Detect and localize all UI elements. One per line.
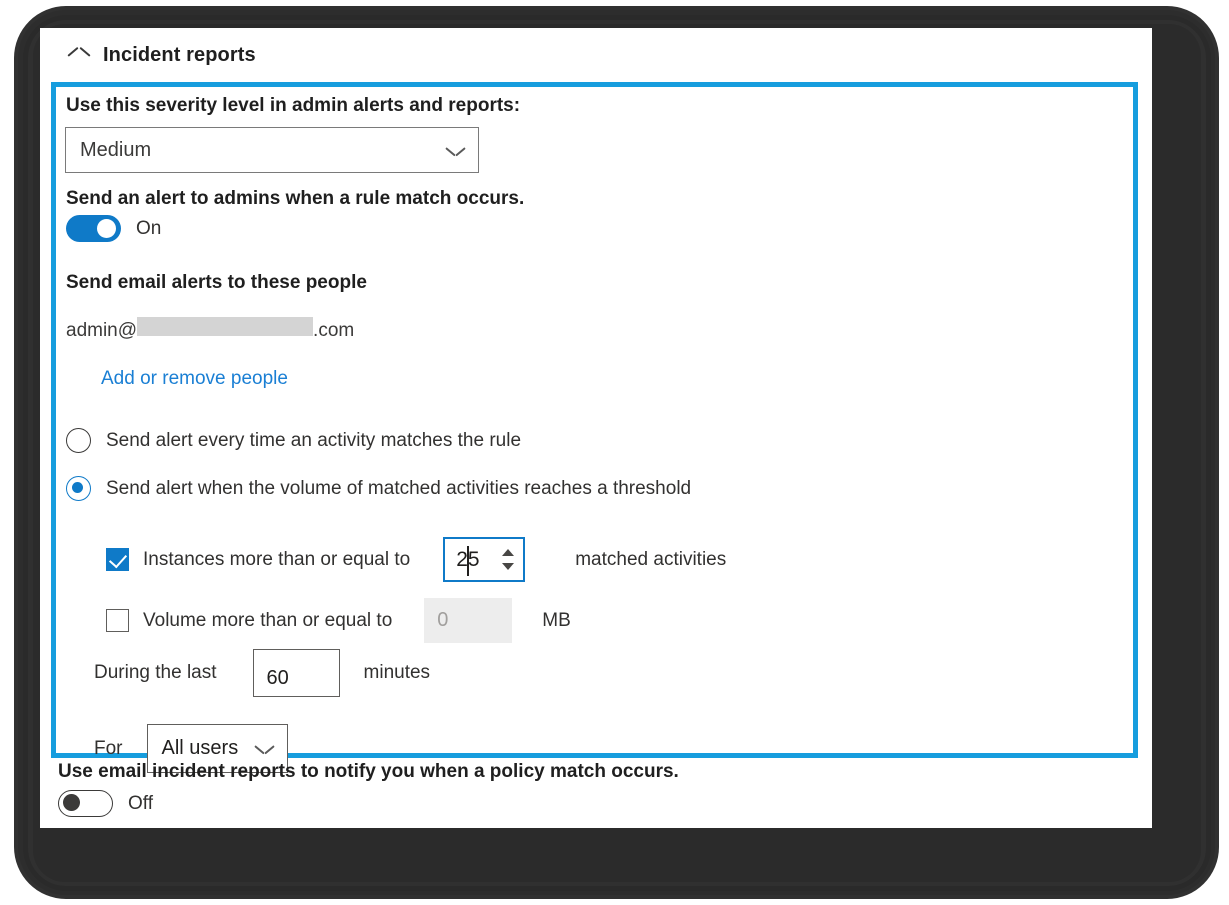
- toggle-switch-off[interactable]: [58, 790, 113, 817]
- radio-button-selected[interactable]: [66, 476, 91, 501]
- severity-level-dropdown[interactable]: Medium: [65, 127, 479, 173]
- radio-every-time-label: Send alert every time an activity matche…: [106, 429, 522, 451]
- settings-panel: Incident reports Use this severity level…: [40, 28, 1152, 828]
- duration-input[interactable]: 60: [252, 649, 340, 697]
- chevron-down-icon[interactable]: [255, 743, 274, 754]
- toggle-knob: [97, 219, 116, 238]
- instances-value[interactable]: 25: [445, 548, 479, 572]
- duration-row: During the last 60 minutes: [94, 649, 430, 697]
- volume-suffix-label: MB: [542, 609, 571, 631]
- admin-alert-label: Send an alert to admins when a rule matc…: [66, 188, 525, 209]
- volume-threshold-row: Volume more than or equal to 0 MB: [106, 598, 571, 643]
- email-recipients-label: Send email alerts to these people: [66, 272, 367, 293]
- incident-email-label: Use email incident reports to notify you…: [58, 761, 679, 782]
- volume-checkbox[interactable]: [106, 609, 129, 632]
- chevron-up-icon[interactable]: [68, 49, 90, 62]
- radio-threshold[interactable]: Send alert when the volume of matched ac…: [66, 476, 691, 501]
- scope-value: All users: [161, 737, 239, 759]
- instances-suffix-label: matched activities: [575, 548, 727, 570]
- admin-alert-toggle[interactable]: On: [66, 215, 161, 242]
- duration-suffix-label: minutes: [363, 662, 431, 683]
- instances-stepper[interactable]: 25: [443, 537, 526, 582]
- severity-level-label: Use this severity level in admin alerts …: [66, 95, 521, 116]
- toggle-switch-on[interactable]: [66, 215, 121, 242]
- instances-threshold-row: Instances more than or equal to 25 match…: [106, 537, 726, 582]
- stepper-arrows[interactable]: [502, 539, 515, 580]
- incident-email-toggle[interactable]: Off: [58, 790, 153, 817]
- radio-every-time[interactable]: Send alert every time an activity matche…: [66, 428, 521, 453]
- incident-email-toggle-state: Off: [128, 792, 153, 814]
- screenshot-stage: Incident reports Use this severity level…: [0, 0, 1229, 905]
- instances-label: Instances more than or equal to: [143, 548, 411, 570]
- incident-reports-section-header[interactable]: Incident reports: [68, 40, 256, 70]
- page-title: Incident reports: [103, 43, 256, 66]
- scope-label: For: [94, 737, 123, 759]
- add-or-remove-people-link[interactable]: Add or remove people: [101, 368, 288, 390]
- radio-button-unselected[interactable]: [66, 428, 91, 453]
- highlight-outline: Use this severity level in admin alerts …: [51, 82, 1138, 773]
- duration-label: During the last: [94, 662, 217, 683]
- admin-alert-toggle-state: On: [136, 217, 162, 239]
- redaction-bar: [137, 317, 314, 336]
- chevron-down-icon[interactable]: [446, 145, 465, 156]
- email-suffix: .com: [313, 320, 355, 341]
- severity-level-value: Medium: [80, 138, 152, 161]
- triangle-up-icon[interactable]: [502, 549, 515, 556]
- email-prefix: admin@: [66, 320, 138, 341]
- radio-threshold-label: Send alert when the volume of matched ac…: [106, 477, 692, 499]
- volume-input[interactable]: 0: [424, 598, 513, 643]
- email-recipient-value: admin@ .com: [66, 317, 354, 342]
- triangle-down-icon[interactable]: [502, 563, 515, 570]
- instances-checkbox[interactable]: [106, 548, 129, 571]
- volume-label: Volume more than or equal to: [143, 609, 393, 631]
- toggle-knob: [63, 794, 80, 811]
- text-caret: [467, 546, 469, 576]
